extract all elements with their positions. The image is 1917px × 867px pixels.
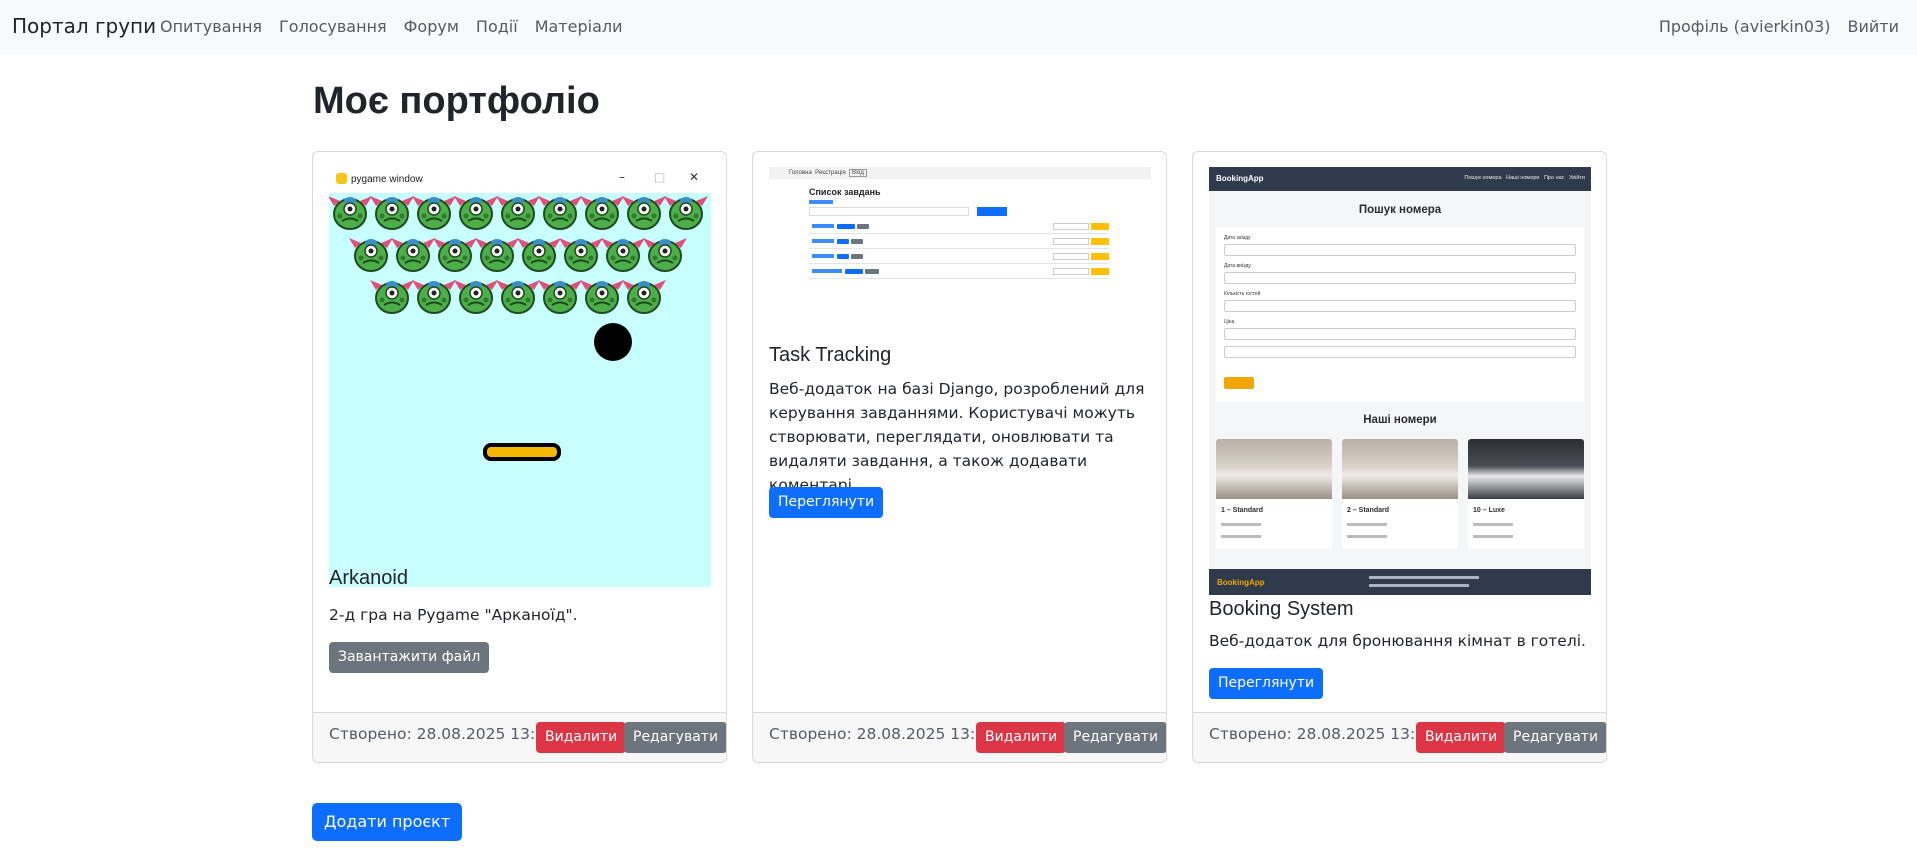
card-description: Веб-додаток на базі Django, розроблений … [769,380,1145,494]
nav-link-materials[interactable]: Матеріали [535,17,623,36]
card-title: Arkanoid [329,567,408,589]
project-card-arkanoid: pygame window – □ ✕ Arkanoid 2-д гра на … [312,151,727,763]
project-image-booking: BookingApp Пошук номера Наші номери Про … [1209,167,1591,595]
maximize-icon: □ [654,170,666,184]
nav-links: Опитування Голосування Форум Події Матер… [160,17,640,36]
profile-link[interactable]: Профіль (avierkin03) [1659,17,1831,36]
mini-task-row [809,266,1109,279]
card-footer: Створено: 28.08.2025 13:14 Видалити Реда… [1193,712,1606,762]
mini-link [809,200,833,204]
alien-row-3 [369,279,667,314]
view-button[interactable]: Переглянути [1209,668,1324,699]
nav-link-voting[interactable]: Голосування [279,17,387,36]
close-icon: ✕ [689,170,700,184]
mini-filter-button [977,207,1007,216]
mini-nav-links: Пошук номера Наші номери Про нас Увійти [1464,175,1585,181]
pygame-logo-icon [336,173,347,184]
card-footer: Створено: 28.08.2025 13:26 Видалити Реда… [313,712,726,762]
card-description: Веб-додаток для бронювання кімнат в готе… [1209,632,1586,650]
created-date: Створено: 28.08.2025 13:14 [1209,725,1435,743]
ball [594,323,632,361]
page-title: Моє портфоліо [313,80,600,122]
nav-user: Профіль (avierkin03) Вийти [1642,17,1899,36]
nav-link-events[interactable]: Події [476,17,518,36]
mini-search-button [1224,377,1254,389]
download-file-button[interactable]: Завантажити файл [329,642,490,673]
card-title: Booking System [1209,598,1354,620]
delete-button[interactable]: Видалити [536,722,627,753]
mini-logo: BookingApp [1216,174,1264,183]
mini-task-row [809,236,1109,249]
mini-footer: BookingApp [1209,569,1591,595]
edit-button[interactable]: Редагувати [1064,722,1166,753]
brand-link[interactable]: Портал групи [12,14,156,38]
view-button[interactable]: Переглянути [769,487,884,518]
mini-filters [809,207,969,216]
created-date: Створено: 28.08.2025 13:26 [329,725,555,743]
mini-navbar: Головна Реєстрація Вхід [769,167,1151,179]
delete-button[interactable]: Видалити [1416,722,1507,753]
card-description: 2-д гра на Pygame "Арканоїд". [329,606,578,624]
mini-room-card: 1 – Standard [1216,439,1332,549]
logout-link[interactable]: Вийти [1848,17,1900,36]
paddle [483,443,561,461]
mini-search-heading: Пошук номера [1358,204,1442,216]
mini-task-row [809,251,1109,264]
minimize-icon: – [619,170,625,184]
game-canvas [329,193,711,587]
created-date: Створено: 28.08.2025 13:16 [769,725,995,743]
nav-link-polls[interactable]: Опитування [160,17,262,36]
add-project-button[interactable]: Додати проєкт [312,803,463,841]
mini-navbar: BookingApp Пошук номера Наші номери Про … [1209,167,1591,191]
project-image-arkanoid: pygame window – □ ✕ [329,167,711,587]
nav-link-forum[interactable]: Форум [404,17,459,36]
alien-row-1 [329,195,709,230]
edit-button[interactable]: Редагувати [1504,722,1606,753]
project-image-task-tracking: Головна Реєстрація Вхід Список завдань [769,167,1151,327]
project-card-task-tracking: Головна Реєстрація Вхід Список завдань T… [752,151,1167,763]
mini-room-card: 10 – Luxe [1468,439,1584,549]
mini-room-card: 2 – Standard [1342,439,1458,549]
window-title: pygame window [351,174,423,185]
mini-task-row [809,221,1109,234]
alien-row-2 [348,237,688,272]
mini-heading: Список завдань [809,187,881,197]
delete-button[interactable]: Видалити [976,722,1067,753]
window-titlebar: pygame window – □ ✕ [329,167,711,193]
project-card-booking-system: BookingApp Пошук номера Наші номери Про … [1192,151,1607,763]
mini-search-form: Дата заїзду Дата виїзду Кількість гостей… [1216,227,1584,402]
card-footer: Створено: 28.08.2025 13:16 Видалити Реда… [753,712,1166,762]
mini-rooms-heading: Наші номери [1363,414,1437,426]
navbar: Портал групи Опитування Голосування Фору… [0,0,1917,54]
edit-button[interactable]: Редагувати [624,722,726,753]
card-title: Task Tracking [769,344,892,366]
